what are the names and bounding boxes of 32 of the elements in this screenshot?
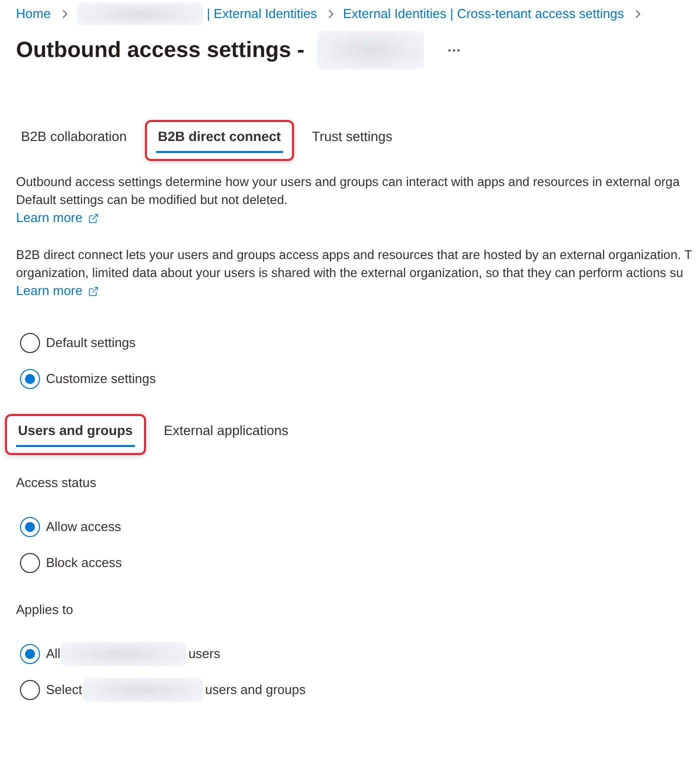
radio-button[interactable] [20, 644, 40, 664]
option-label: users [188, 645, 220, 663]
option-label: Default settings [46, 334, 136, 352]
radio-button[interactable] [20, 680, 40, 700]
radio-button[interactable] [20, 369, 40, 389]
breadcrumb-link[interactable]: Home [16, 5, 51, 22]
tab[interactable]: B2B direct connect [156, 122, 283, 153]
radio-button[interactable] [20, 333, 40, 353]
more-icon [448, 48, 460, 52]
option-label: Customize settings [46, 370, 156, 388]
page-title: Outbound access settings - [16, 37, 304, 63]
tab[interactable]: Users and groups [16, 416, 135, 447]
description-text: Outbound access settings determine how your users and groups can interact with apps and resources in external orga Default settings can be modified but not deleted. [16, 174, 680, 209]
option-label: Select [46, 681, 82, 699]
breadcrumb-link[interactable]: | External Identities [206, 5, 318, 22]
breadcrumb-link[interactable]: External Identities | Cross-tenant access settings [343, 5, 624, 22]
option-label: All [46, 645, 60, 663]
option-label: Allow access [46, 518, 122, 536]
section-heading: Access status [16, 474, 96, 492]
learn-more-link[interactable]: Learn more [16, 282, 100, 300]
learn-more-link[interactable]: Learn more [16, 209, 100, 227]
tab[interactable]: External applications [162, 416, 290, 447]
radio-button[interactable] [20, 553, 40, 573]
section-heading: Applies to [16, 601, 74, 619]
radio-button[interactable] [20, 517, 40, 537]
tab[interactable]: B2B collaboration [19, 122, 129, 153]
external-link-icon [88, 286, 100, 296]
option-label: users and groups [205, 681, 306, 699]
description-text: B2B direct connect lets your users and groups access apps and resources that are hosted by an external organization. T organization, limited data about your users is shared with the external organization, so that they can perform actions su [16, 247, 692, 282]
external-link-icon [88, 212, 100, 224]
option-label: Block access [46, 554, 122, 572]
tab[interactable]: Trust settings [310, 122, 394, 153]
